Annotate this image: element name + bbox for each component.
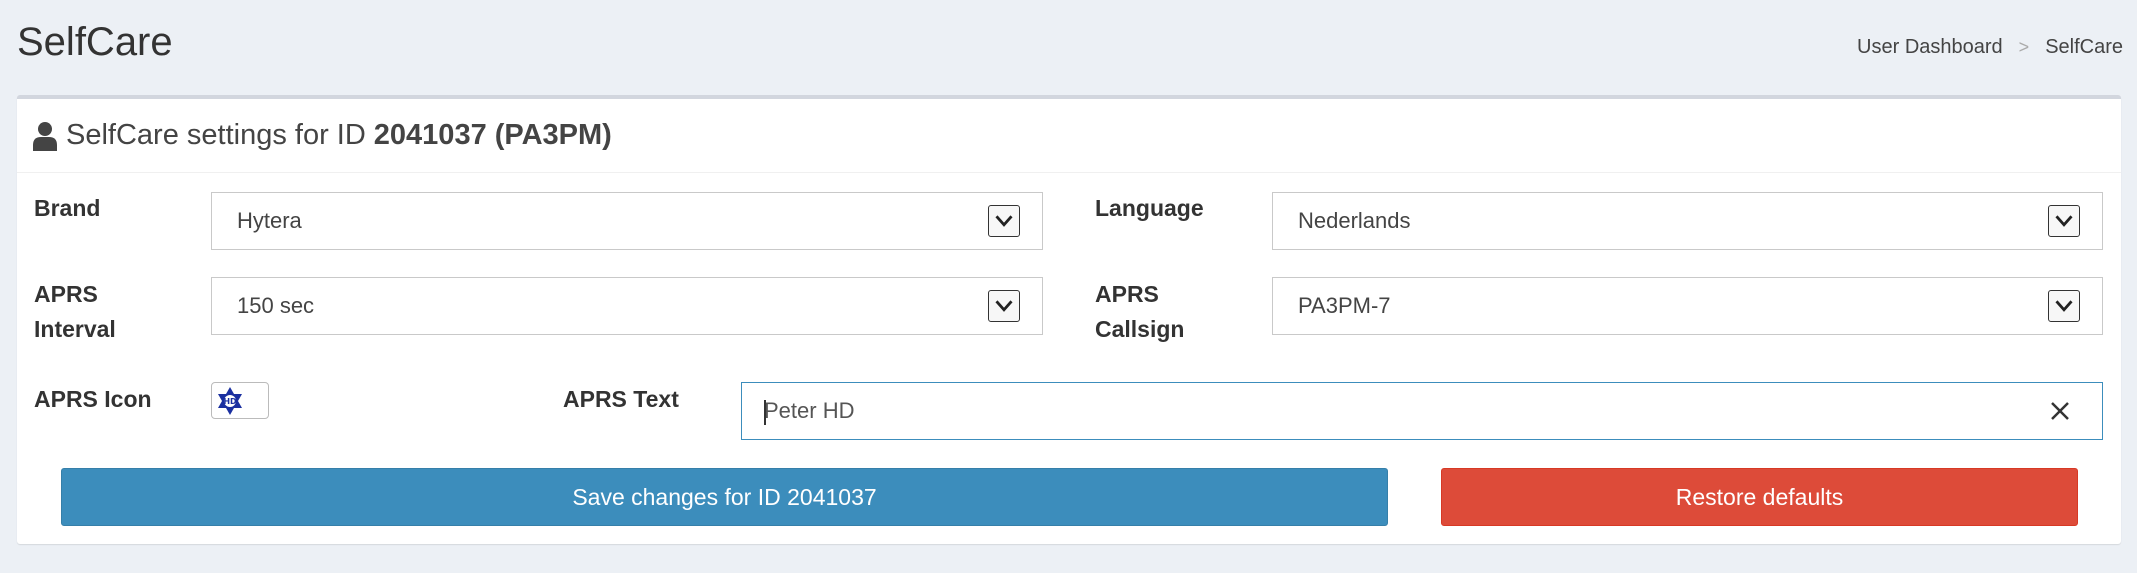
restore-defaults-button[interactable]: Restore defaults — [1441, 468, 2078, 526]
aprs-text-label: APRS Text — [563, 386, 679, 412]
breadcrumb: User Dashboard > SelfCare — [1857, 36, 2123, 59]
box-title-id: 2041037 (PA3PM) — [373, 119, 612, 151]
aprs-callsign-label-line1: APRS — [1095, 281, 1159, 307]
aprs-callsign-label-line2: Callsign — [1095, 316, 1185, 342]
star-of-david-icon: HD — [218, 387, 242, 415]
brand-select-value: Hytera — [237, 208, 302, 233]
aprs-interval-label-line2: Interval — [34, 316, 116, 342]
user-icon — [33, 121, 57, 151]
page-header: SelfCare User Dashboard > SelfCare — [0, 0, 2137, 95]
close-icon[interactable] — [2048, 399, 2072, 423]
aprs-text-value: Peter HD — [764, 398, 855, 423]
breadcrumb-current: SelfCare — [2045, 36, 2123, 58]
page-title: SelfCare — [17, 20, 173, 64]
aprs-callsign-label: APRS Callsign — [1095, 277, 1184, 347]
aprs-icon-label: APRS Icon — [34, 386, 152, 412]
aprs-icon-picker[interactable]: HD — [211, 382, 269, 419]
brand-select[interactable]: Hytera — [211, 192, 1043, 250]
chevron-down-icon — [988, 205, 1020, 237]
breadcrumb-separator: > — [2018, 37, 2030, 57]
box-title-prefix: SelfCare settings for ID — [66, 119, 366, 151]
chevron-down-icon — [2048, 290, 2080, 322]
aprs-interval-select[interactable]: 150 sec — [211, 277, 1043, 335]
save-changes-button[interactable]: Save changes for ID 2041037 — [61, 468, 1388, 526]
aprs-text-input[interactable]: Peter HD — [741, 382, 2103, 440]
aprs-callsign-select[interactable]: PA3PM-7 — [1272, 277, 2103, 335]
chevron-down-icon — [2048, 205, 2080, 237]
brand-label: Brand — [34, 195, 101, 221]
language-label: Language — [1095, 195, 1204, 221]
language-select-value: Nederlands — [1298, 208, 1411, 233]
aprs-interval-label: APRS Interval — [34, 277, 116, 347]
text-caret — [764, 400, 766, 425]
chevron-down-icon — [988, 290, 1020, 322]
breadcrumb-user-dashboard[interactable]: User Dashboard — [1857, 36, 2003, 59]
svg-text:HD: HD — [223, 397, 237, 406]
box-header: SelfCare settings for ID 2041037 (PA3PM) — [17, 99, 2121, 173]
aprs-interval-label-line1: APRS — [34, 281, 98, 307]
aprs-interval-value: 150 sec — [237, 293, 315, 318]
language-select[interactable]: Nederlands — [1272, 192, 2103, 250]
aprs-callsign-value: PA3PM-7 — [1298, 293, 1391, 318]
